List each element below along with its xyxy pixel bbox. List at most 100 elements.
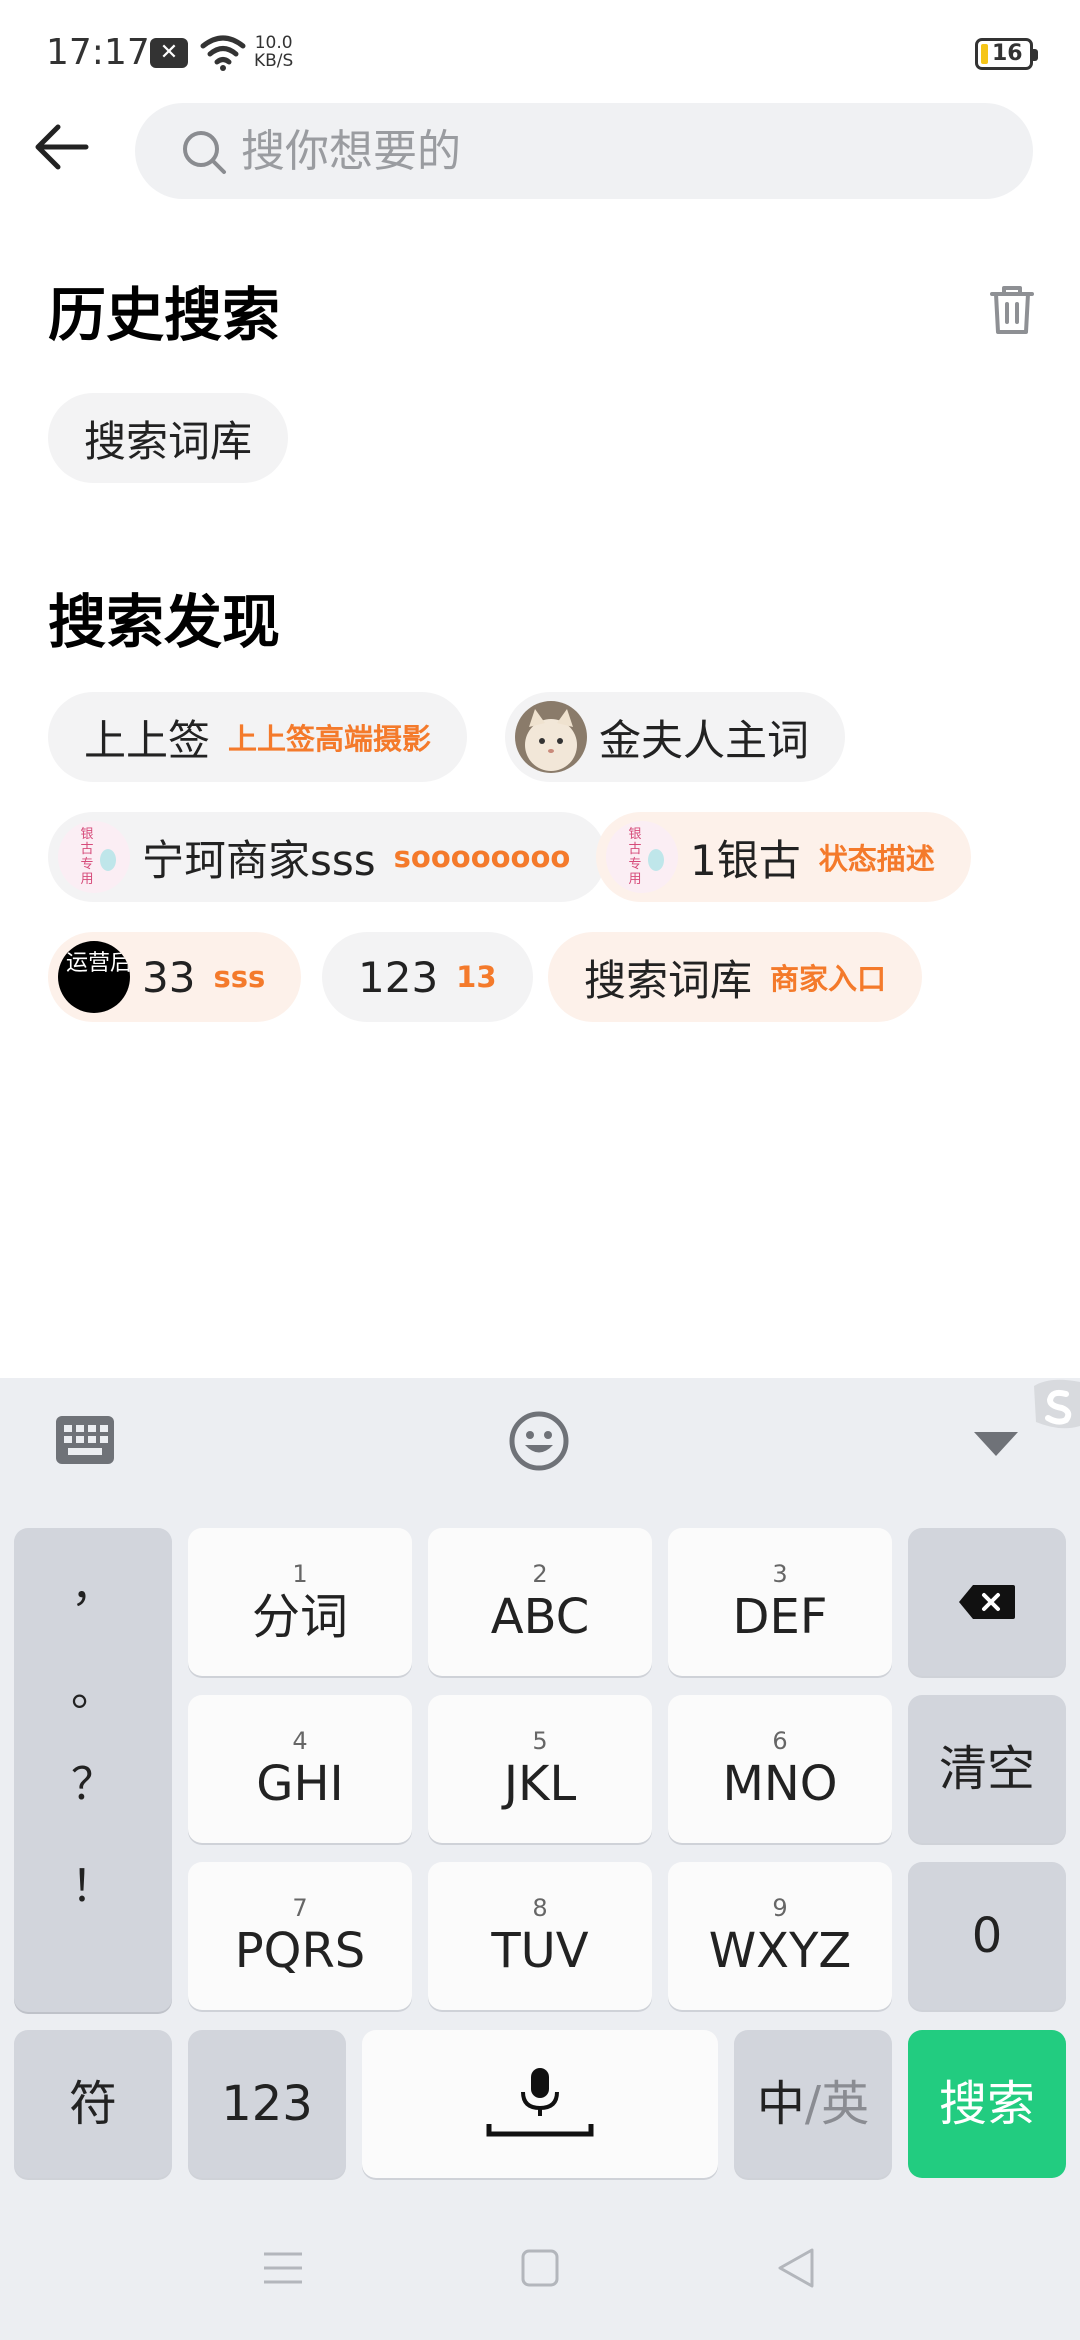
lang-en: 英 xyxy=(821,2076,870,2132)
battery-level: 16 xyxy=(992,41,1023,66)
network-speed-unit: KB/S xyxy=(254,51,294,71)
discover-chip[interactable]: 上上签 上上签高端摄影 xyxy=(48,692,468,782)
search-key[interactable]: 搜索 xyxy=(908,2030,1066,2178)
lang-sep: / xyxy=(804,2076,822,2132)
discover-chip[interactable]: 金夫人主词 xyxy=(505,692,846,782)
status-time: 17:17 xyxy=(46,32,150,73)
discover-chip[interactable]: 银 古 专 用 1银古 状态描述 xyxy=(596,812,971,902)
key-number: 8 xyxy=(532,1894,548,1922)
key-number: 7 xyxy=(292,1894,308,1922)
punct-comma-key[interactable]: ， xyxy=(14,1550,172,1614)
search-bar[interactable] xyxy=(135,103,1033,199)
discover-chip-label: 33 xyxy=(142,952,196,1002)
battery-fill xyxy=(981,44,988,64)
key-6[interactable]: 6 MNO xyxy=(668,1695,892,1843)
back-nav-icon[interactable] xyxy=(776,2246,816,2290)
wifi-icon xyxy=(200,35,246,71)
status-bar: 17:17 ✕ 10.0 KB/S 16 xyxy=(0,0,1080,100)
key-8[interactable]: 8 TUV xyxy=(428,1862,652,2010)
yingu-logo-char: 银 xyxy=(80,827,94,842)
zero-key[interactable]: 0 xyxy=(908,1862,1066,2010)
key-9[interactable]: 9 WXYZ xyxy=(668,1862,892,2010)
discover-chip[interactable]: 123 13 xyxy=(322,932,533,1022)
punct-question-key[interactable]: ？ xyxy=(14,1748,172,1812)
discover-chip[interactable]: 运营后台 33 sss xyxy=(48,932,302,1022)
key-label: GHI xyxy=(256,1756,344,1812)
yingu-logo-char: 古 xyxy=(628,842,642,857)
yingu-logo-char: 银 xyxy=(628,827,642,842)
key-5[interactable]: 5 JKL xyxy=(428,1695,652,1843)
collapse-keyboard-icon[interactable] xyxy=(970,1426,1022,1460)
zero-key-label: 0 xyxy=(971,1908,1003,1964)
key-label: TUV xyxy=(491,1923,589,1979)
key-number: 2 xyxy=(532,1560,548,1588)
discover-chip-label: 1银古 xyxy=(690,835,801,885)
punct-period-key[interactable]: 。 xyxy=(14,1654,172,1718)
punctuation-column[interactable]: ， 。 ？ ！ xyxy=(14,1528,172,2012)
discover-chip-label: 金夫人主词 xyxy=(599,715,810,765)
history-chip[interactable]: 搜索词库 xyxy=(48,393,289,483)
key-number: 5 xyxy=(532,1727,548,1755)
network-speed: 10.0 KB/S xyxy=(254,34,293,70)
backspace-icon xyxy=(959,1585,1015,1619)
key-label: DEF xyxy=(732,1589,828,1645)
keyboard-icon[interactable] xyxy=(54,1414,116,1466)
punct-exclaim-key[interactable]: ！ xyxy=(14,1850,172,1914)
trash-icon[interactable] xyxy=(986,282,1038,338)
yingu-logo-char: 用 xyxy=(80,872,94,887)
symbols-key-label: 符 xyxy=(68,2076,117,2132)
cat-avatar-icon xyxy=(515,701,587,773)
numbers-key-label: 123 xyxy=(221,2076,313,2132)
key-number: 4 xyxy=(292,1727,308,1755)
discover-chip[interactable]: 搜索词库 商家入口 xyxy=(548,932,923,1022)
key-label: MNO xyxy=(722,1756,838,1812)
key-2[interactable]: 2 ABC xyxy=(428,1528,652,1676)
search-icon xyxy=(183,131,226,174)
yingu-logo-char: 专 xyxy=(80,857,94,872)
battery-icon: 16 xyxy=(975,38,1038,70)
discover-chip-tag: 商家入口 xyxy=(770,962,887,996)
key-number: 6 xyxy=(772,1727,788,1755)
backspace-key[interactable] xyxy=(908,1528,1066,1676)
discover-chip-tag: 上上签高端摄影 xyxy=(228,722,432,756)
key-3[interactable]: 3 DEF xyxy=(668,1528,892,1676)
ime-logo-icon xyxy=(1034,1379,1080,1429)
key-number: 1 xyxy=(292,1560,308,1588)
symbols-key[interactable]: 符 xyxy=(14,2030,172,2178)
discover-chip-tag: 13 xyxy=(456,960,497,994)
home-icon[interactable] xyxy=(520,2248,560,2288)
discover-title: 搜索发现 xyxy=(48,588,281,656)
menu-icon[interactable] xyxy=(262,2250,304,2286)
key-number: 9 xyxy=(772,1894,788,1922)
language-switch-key[interactable]: 中/英 xyxy=(734,2030,892,2178)
back-arrow-icon[interactable] xyxy=(30,115,94,179)
yunying-logo-icon: 运营后台 xyxy=(58,941,130,1013)
discover-chip-tag: sss xyxy=(213,960,266,994)
discover-chip-label: 搜索词库 xyxy=(584,955,753,1005)
discover-chip-label: 宁珂商家sss xyxy=(142,835,376,885)
lang-zh: 中 xyxy=(756,2076,805,2132)
microphone-icon xyxy=(486,2068,594,2137)
key-label: WXYZ xyxy=(708,1923,852,1979)
key-7[interactable]: 7 PQRS xyxy=(188,1862,412,2010)
emoji-icon[interactable] xyxy=(508,1410,570,1472)
key-4[interactable]: 4 GHI xyxy=(188,1695,412,1843)
navigation-bar xyxy=(0,2190,1080,2340)
close-notification-icon: ✕ xyxy=(150,38,188,68)
discover-chip-tag: soooooooo xyxy=(393,840,571,874)
key-label: PQRS xyxy=(234,1923,366,1979)
clear-key[interactable]: 清空 xyxy=(908,1695,1066,1843)
yingu-logo-icon: 银 古 专 用 xyxy=(58,821,130,893)
discover-chip[interactable]: 银 古 专 用 宁珂商家sss soooooooo xyxy=(48,812,607,902)
discover-chip-label: 上上签 xyxy=(84,715,211,765)
search-input[interactable] xyxy=(241,103,1001,199)
language-switch-label: 中/英 xyxy=(757,2076,869,2132)
key-1[interactable]: 1 分词 xyxy=(188,1528,412,1676)
space-key[interactable] xyxy=(362,2030,718,2178)
yingu-logo-char: 用 xyxy=(628,872,642,887)
numbers-key[interactable]: 123 xyxy=(188,2030,346,2178)
key-label: 分词 xyxy=(251,1589,348,1645)
history-title: 历史搜索 xyxy=(48,281,281,349)
search-key-label: 搜索 xyxy=(938,2076,1035,2132)
yingu-logo-icon: 银 古 专 用 xyxy=(606,821,678,893)
